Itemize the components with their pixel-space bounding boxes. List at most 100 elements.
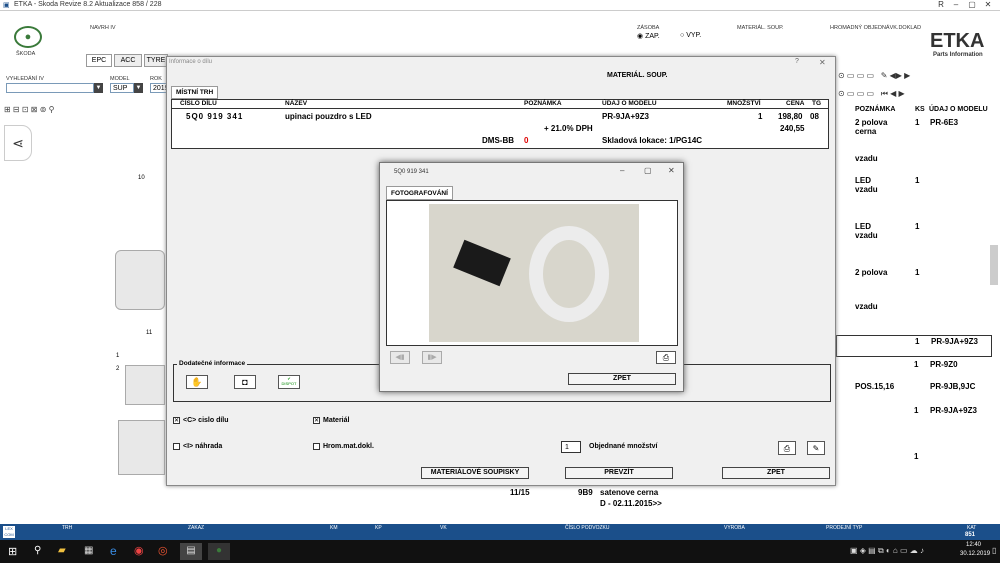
right-table-row[interactable]: vzadu — [855, 302, 878, 311]
etka-sub: Parts Information — [933, 52, 983, 58]
status-vyroba: VYROBA — [724, 525, 745, 531]
row-ks: 1 — [914, 406, 919, 415]
cb-material-label: Materiál — [323, 417, 350, 424]
search-select[interactable] — [6, 83, 94, 93]
bottom-cell: 11/15 — [510, 488, 530, 497]
camera-icon[interactable]: ◘ — [234, 375, 256, 389]
minimize-icon[interactable]: – — [620, 166, 624, 175]
cb-cislo-dilu[interactable]: ✕ — [173, 417, 180, 424]
skoda-task-icon[interactable]: ● — [208, 543, 230, 560]
part-drawing-3 — [118, 420, 165, 475]
notification-icon[interactable]: ▯ — [992, 546, 996, 555]
maximize-icon[interactable]: ▢ — [966, 0, 978, 10]
close-icon[interactable]: ✕ — [819, 58, 826, 67]
row-note: 2 polova cerna — [855, 118, 888, 136]
cb-nahrada[interactable] — [173, 443, 180, 450]
scrollbar-thumb[interactable] — [990, 245, 998, 285]
col-mnozstvi: MNOŽSTVÍ — [727, 100, 761, 107]
row-model: PR-9JA+9Z3 — [930, 406, 977, 415]
photo-zpet-button[interactable]: ZPET — [568, 373, 676, 385]
restore-icon[interactable]: R — [935, 0, 947, 10]
callout-1[interactable]: 1 — [116, 353, 119, 359]
prevzit-button[interactable]: PREVZÍT — [565, 467, 673, 479]
minimize-icon[interactable]: – — [950, 0, 962, 10]
row-note: vzadu — [855, 154, 878, 163]
share-icon[interactable]: ⋖ — [4, 125, 32, 161]
right-table-row-selected[interactable]: 1 PR-9JA+9Z3 — [836, 335, 992, 357]
tab-fotografovani[interactable]: FOTOGRAFOVÁNÍ — [386, 186, 453, 200]
part-photo — [429, 204, 639, 342]
chevron-down-icon[interactable]: ▼ — [94, 83, 103, 93]
cb-hrom[interactable] — [313, 443, 320, 450]
navrh-label: NAVRH IV — [90, 25, 116, 31]
cb-material[interactable]: ✕ — [313, 417, 320, 424]
vyp-radio[interactable]: ○ VYP. — [680, 32, 701, 39]
tab-acc[interactable]: ACC — [114, 54, 142, 67]
chevron-down-icon[interactable]: ▼ — [134, 83, 143, 93]
bottom-cell: satenove cerna — [600, 488, 659, 497]
parts-table: ČÍSLO DÍLU NÁZEV POZNÁMKA ÚDAJ O MODELU … — [171, 99, 829, 149]
tab-epc[interactable]: EPC — [86, 54, 112, 67]
part-row[interactable]: 5Q0 919 341 upinaci pouzdro s LED PR-9JA… — [172, 110, 828, 148]
right-toolbar-1[interactable]: ⊙ ▭ ▭ ▭ ✎ ◀▶ ▶ — [838, 71, 988, 83]
qty-label: Objednané množství — [589, 443, 658, 450]
part-drawing-2 — [125, 365, 165, 405]
cb-cislo-label: <C> cislo dílu — [183, 417, 229, 424]
tab-mistni-trh[interactable]: MÍSTNÍ TRH — [171, 86, 219, 99]
zap-radio[interactable]: ◉ ZAP. — [637, 32, 660, 40]
next-photo-icon[interactable]: ▮▶ — [422, 351, 442, 364]
col-tg: TG — [812, 100, 822, 107]
rok-label: ROK — [150, 76, 162, 82]
cb-hrom-label: Hrom.mat.dokl. — [323, 443, 374, 450]
print-icon[interactable]: ⎙ — [778, 441, 796, 455]
tab-tyre[interactable]: TYRE — [144, 54, 168, 67]
windows-start-icon[interactable]: ⊞ — [8, 545, 17, 558]
dialog-title: Informace o dílu — [169, 59, 213, 65]
callout-11[interactable]: 11 — [146, 330, 152, 336]
callout-2[interactable]: 2 — [116, 366, 119, 372]
callout-10[interactable]: 10 — [138, 175, 145, 181]
bottom-cell: 9B9 — [578, 488, 593, 497]
close-icon[interactable]: ✕ — [668, 166, 675, 175]
edit-icon[interactable]: ✎ — [807, 441, 825, 455]
clock-date: 30.12.2019 — [960, 551, 991, 557]
maximize-icon[interactable]: ▢ — [644, 166, 652, 175]
app-icon-red[interactable]: ◎ — [158, 544, 168, 557]
right-toolbar-2[interactable]: ⊙ ▭ ▭ ▭ ⏮ ◀ ▶ — [838, 89, 988, 101]
chrome-icon[interactable]: ◉ — [134, 544, 144, 557]
etka-logo: ETKA — [930, 30, 985, 52]
qty-input[interactable]: 1 — [561, 441, 581, 453]
help-icon[interactable]: ? — [795, 58, 799, 65]
tray-icons[interactable]: ▣ ◈ ▤ ⧉ ◐ ⌂ ▭ ☁ ♪ — [850, 546, 924, 556]
right-table-row[interactable]: vzadu — [855, 154, 878, 163]
col-cislo: ČÍSLO DÍLU — [180, 100, 217, 107]
zpet-button[interactable]: ZPET — [722, 467, 830, 479]
search-label: VYHLEDÁNÍ IV — [6, 76, 44, 82]
row-model: PR-9JB,9JC — [930, 382, 976, 391]
part-model: PR-9JA+9Z3 — [602, 112, 649, 121]
skladova-lokace: Skladová lokace: 1/PG14C — [602, 136, 703, 145]
model-select[interactable]: SUP — [110, 83, 134, 93]
close-icon[interactable]: ✕ — [982, 0, 994, 10]
col-poznamka: POZNÁMKA — [524, 100, 562, 107]
app-icon: ▣ — [3, 2, 10, 9]
prev-photo-icon[interactable]: ◀▮ — [390, 351, 410, 364]
row-ks: 1 — [914, 452, 919, 461]
status-kat: KAT — [967, 525, 977, 531]
cb-nahrada-label: <I> náhrada — [183, 443, 223, 450]
print-icon[interactable]: ⎙ — [656, 351, 676, 364]
search-icon[interactable]: ⚲ — [34, 545, 41, 556]
file-explorer-icon[interactable]: ▰ — [58, 545, 66, 556]
col-udaj: ÚDAJ O MODELU — [929, 106, 988, 113]
dispo-button[interactable]: ✔ DISPOT — [278, 375, 300, 389]
etka-task-icon[interactable]: ▤ — [180, 543, 202, 560]
edge-icon[interactable]: e — [110, 544, 117, 558]
skoda-logo: ● — [14, 26, 42, 48]
calculator-icon[interactable]: ▦ — [84, 545, 93, 556]
col-nazev: NÁZEV — [285, 100, 308, 107]
lamp-housing — [529, 226, 609, 322]
row-ks: 1 — [915, 268, 920, 277]
part-price: 198,80 — [778, 112, 803, 121]
materialove-soupisky-button[interactable]: MATERIÁLOVÉ SOUPISKY — [421, 467, 529, 479]
hand-icon[interactable]: ✋ — [186, 375, 208, 389]
